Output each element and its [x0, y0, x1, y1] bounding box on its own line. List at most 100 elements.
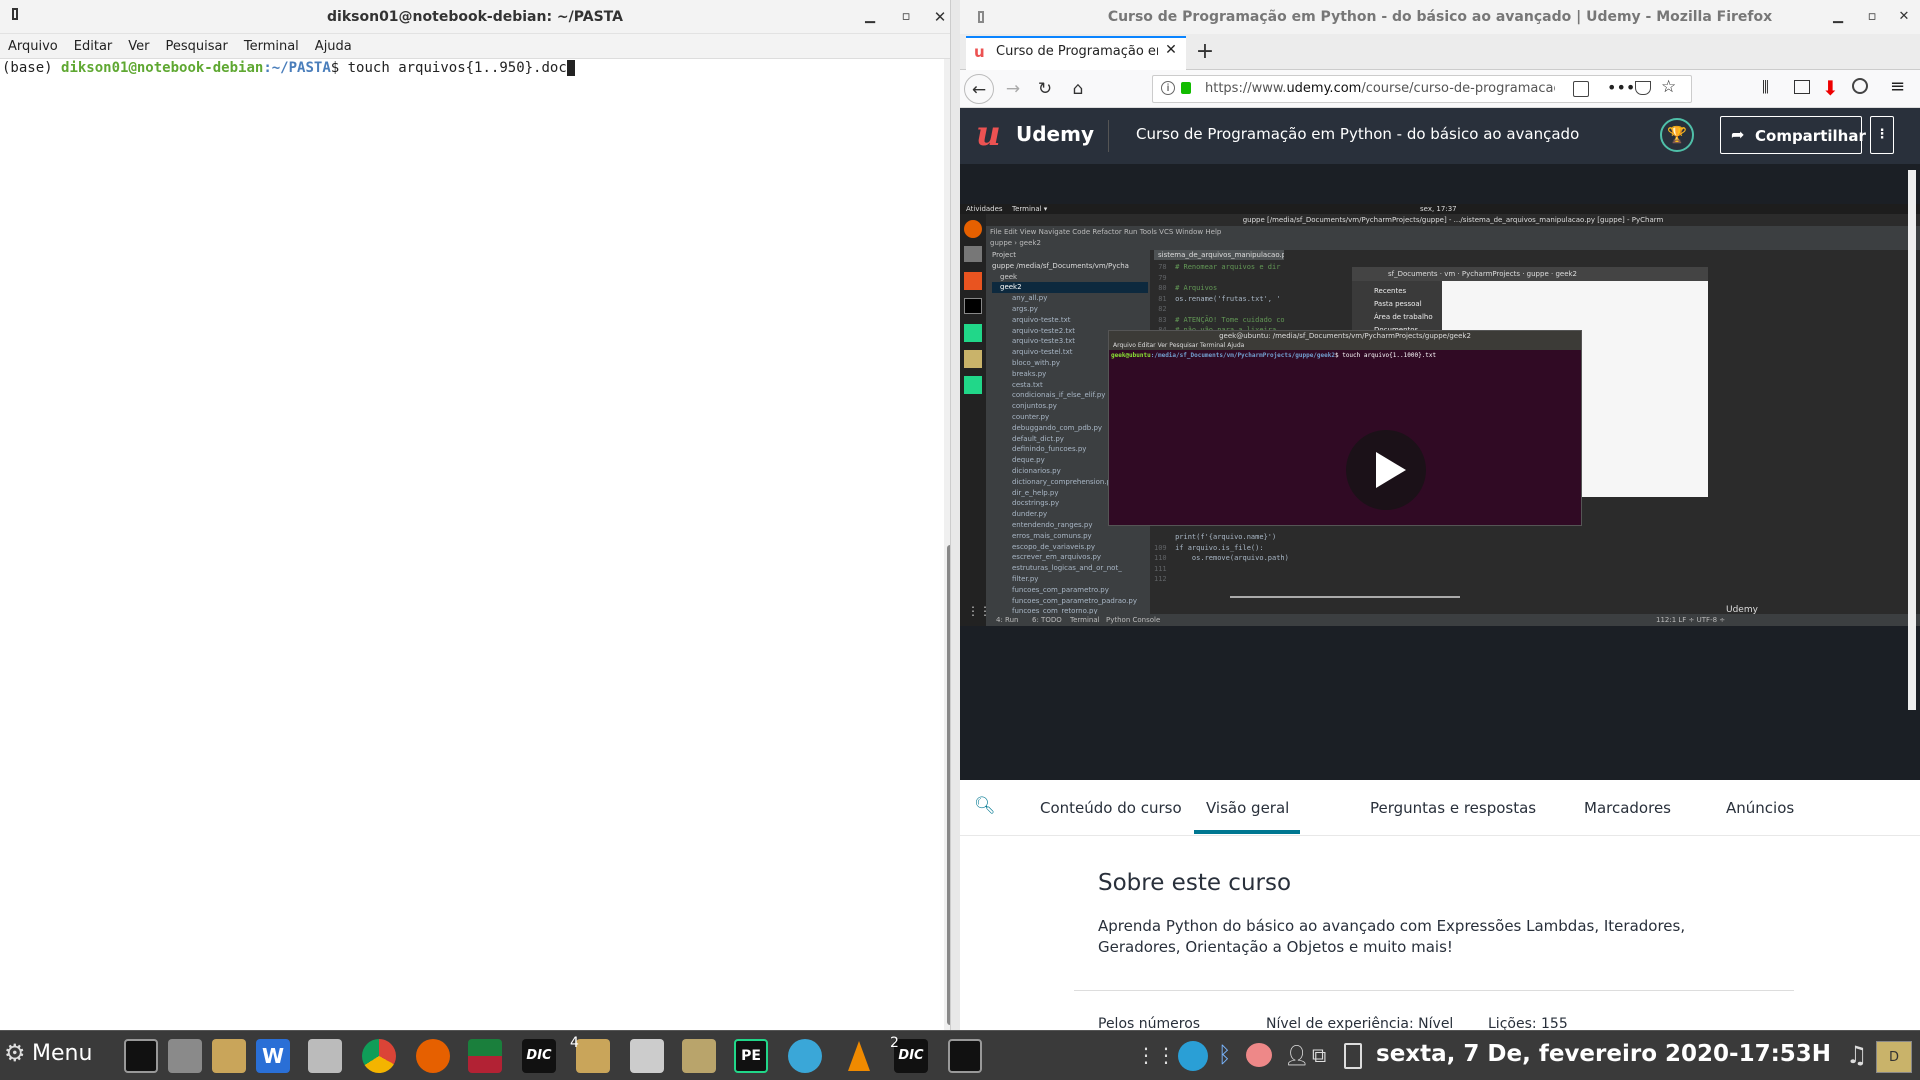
vm-dock: ⋮⋮ — [960, 214, 991, 626]
taskbar: ⚙ Menu W DIC 4 PE DIC 2 ⋮⋮ ᛒ 👤︎ ⧉ sexta,… — [0, 1030, 1920, 1080]
usb-creator-icon[interactable] — [630, 1039, 664, 1073]
firefox-titlebar[interactable]: Curso de Programação em Python - do bási… — [960, 0, 1920, 34]
close-button[interactable]: ✕ — [1890, 3, 1918, 31]
writer-icon[interactable]: W — [256, 1039, 290, 1073]
reload-button[interactable]: ↻ — [1030, 74, 1060, 104]
vlc-icon[interactable] — [842, 1039, 876, 1073]
vm-code-line: 79 — [1154, 273, 1176, 282]
menu-pesquisar[interactable]: Pesquisar — [158, 34, 236, 59]
vm-file-item: funcoes_com_parametro_padrao.py — [1012, 596, 1137, 605]
tab-anuncios[interactable]: Anúncios — [1726, 780, 1794, 836]
vm-code-line: 83 # ATENÇÃO! Tome cuidado co — [1154, 315, 1285, 324]
tab-visao-geral[interactable]: Visão geral — [1206, 780, 1289, 836]
vm-file-item: arquivo-teste.txt — [1012, 315, 1071, 324]
dictionary-icon[interactable]: DIC — [522, 1039, 556, 1073]
udemy-logo-icon[interactable]: u — [976, 117, 1012, 152]
play-button[interactable] — [1346, 430, 1426, 510]
window-divider — [950, 0, 960, 1030]
vm-app-menu: Terminal ▾ — [1012, 205, 1048, 213]
prompt-sign: $ — [330, 60, 340, 76]
user-icon[interactable]: 👤︎ — [1284, 1043, 1309, 1067]
clock[interactable]: sexta, 7 De, fevereiro 2020-17:53H — [1376, 1041, 1836, 1071]
menu-arquivo[interactable]: Arquivo — [0, 34, 66, 59]
battery-icon[interactable] — [1344, 1043, 1362, 1069]
udemy-logo-text[interactable]: Udemy — [1016, 122, 1094, 148]
vm-file-dialog-path: sf_Documents · vm · PycharmProjects · gu… — [1352, 267, 1708, 281]
image-viewer-icon[interactable] — [682, 1039, 716, 1073]
home-button[interactable]: ⌂ — [1063, 74, 1093, 104]
pycharm-edu-icon[interactable]: PE — [734, 1039, 768, 1073]
video-player[interactable]: Atividades Terminal ▾ sex, 17:37 ⋮⋮ gupp… — [960, 164, 1920, 780]
show-desktop-icon[interactable]: D — [1876, 1041, 1912, 1073]
course-description: Aprenda Python do básico ao avançado com… — [1098, 917, 1686, 956]
network-wired-icon[interactable]: ⧉ — [1312, 1043, 1336, 1067]
tab-perguntas[interactable]: Perguntas e respostas — [1370, 780, 1536, 836]
reader-view-icon[interactable] — [1573, 81, 1589, 97]
maximize-button[interactable]: ▫ — [892, 3, 920, 31]
vm-firefox-icon — [964, 220, 982, 238]
vm-terminal-icon — [964, 298, 982, 314]
app-grid-icon[interactable]: ⋮⋮ — [1136, 1043, 1176, 1067]
vm-inner-terminal-line: geek@ubuntu:/media/sf_Documents/vm/Pycha… — [1111, 352, 1437, 359]
page-actions-icon[interactable]: ••• — [1607, 78, 1635, 98]
sidebar-icon[interactable] — [1794, 80, 1810, 94]
tab-udemy-course[interactable]: u Curso de Programação em ✕ — [966, 36, 1186, 70]
menu-ver[interactable]: Ver — [120, 34, 157, 59]
new-tab-button[interactable]: + — [1190, 38, 1220, 68]
progress-trophy-icon[interactable]: 🏆 — [1660, 118, 1694, 152]
start-menu-button[interactable]: Menu — [32, 1041, 112, 1069]
maximize-button[interactable]: ▫ — [1858, 3, 1886, 31]
terminal-titlebar[interactable]: dikson01@notebook-debian: ~/PASTA ▁ ▫ ✕ — [0, 0, 950, 34]
video-scrubber[interactable] — [1230, 596, 1460, 598]
bookmark-star-icon[interactable]: ☆ — [1661, 77, 1681, 97]
file-manager-icon[interactable] — [212, 1039, 246, 1073]
firefox-icon[interactable] — [416, 1039, 450, 1073]
menu-ajuda[interactable]: Ajuda — [307, 34, 360, 59]
vm-viewer-icon — [964, 350, 982, 368]
tab-conteudo[interactable]: Conteúdo do curso — [1040, 780, 1182, 836]
music-icon[interactable]: ♫ — [1846, 1041, 1868, 1071]
minimize-button[interactable]: ▁ — [1824, 3, 1852, 31]
hamburger-menu-icon[interactable]: ≡ — [1890, 76, 1910, 97]
tab-label: Curso de Programação em — [996, 44, 1158, 59]
bluetooth-icon[interactable]: ᛒ — [1218, 1043, 1238, 1069]
info-icon[interactable]: i — [1161, 81, 1175, 95]
vm-code-line: 109 if arquivo.is_file(): — [1154, 543, 1264, 552]
vm-code-line: 111 — [1154, 564, 1176, 573]
course-overview: Sobre este curso Aprenda Python do básic… — [960, 836, 1920, 1032]
calculator-icon[interactable] — [168, 1039, 202, 1073]
terminal-window-icon[interactable] — [948, 1039, 982, 1073]
network-tray-icon[interactable] — [1178, 1041, 1208, 1071]
menu-gear-icon[interactable]: ⚙ — [4, 1041, 28, 1065]
pocket-icon[interactable] — [1635, 81, 1651, 95]
vm-pycharm2-icon — [964, 376, 982, 394]
search-icon[interactable]: 🔍︎ — [974, 796, 996, 816]
tab-close-icon[interactable]: ✕ — [1162, 42, 1180, 62]
download-icon[interactable]: ⬇ — [1822, 76, 1840, 100]
vm-file-item: filter.py — [1012, 574, 1039, 583]
share-button[interactable]: ➦ Compartilhar — [1720, 116, 1866, 154]
vm-file-item: escopo_de_variaveis.py — [1012, 542, 1095, 551]
minimize-button[interactable]: ▁ — [856, 3, 884, 31]
notifications-icon[interactable] — [1246, 1043, 1272, 1067]
more-options-button[interactable]: ⋮ — [1870, 116, 1894, 154]
page-scrollbar[interactable] — [1908, 170, 1916, 710]
url-bar[interactable]: i https://www.udemy.com/course/curso-de-… — [1152, 75, 1692, 103]
chrome-icon[interactable] — [362, 1039, 396, 1073]
back-button[interactable]: ← — [964, 74, 994, 104]
terminal-output[interactable]: (base) dikson01@notebook-debian:~/PASTA$… — [0, 59, 950, 1030]
terminal-launcher-icon[interactable] — [124, 1039, 158, 1073]
forward-button[interactable]: → — [998, 74, 1028, 104]
account-icon[interactable] — [1852, 78, 1868, 94]
share-arrow-icon: ➦ — [1731, 125, 1745, 144]
terminal-menubar: Arquivo Editar Ver Pesquisar Terminal Ajuda — [0, 34, 950, 59]
library-icon[interactable]: ⫼ — [1762, 78, 1780, 96]
prompt-env: (base) — [2, 60, 53, 76]
menu-terminal[interactable]: Terminal — [236, 34, 307, 59]
firefox-window: Curso de Programação em Python - do bási… — [960, 0, 1920, 1032]
menu-editar[interactable]: Editar — [66, 34, 121, 59]
archive-icon[interactable] — [308, 1039, 342, 1073]
tab-marcadores[interactable]: Marcadores — [1584, 780, 1671, 836]
translator-icon[interactable] — [468, 1039, 502, 1073]
network-app-icon[interactable] — [788, 1039, 822, 1073]
